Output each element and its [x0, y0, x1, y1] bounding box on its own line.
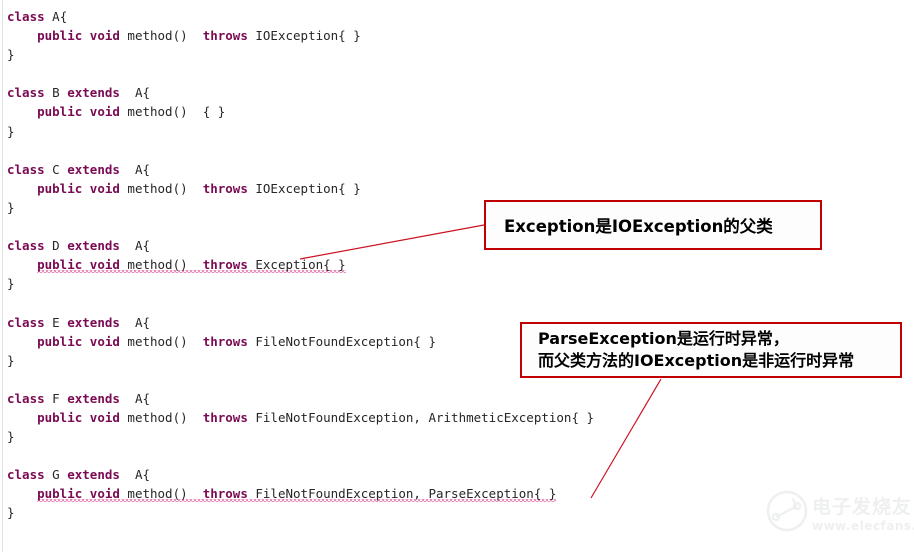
- callout-1-text: Exception是IOException的父类: [504, 217, 773, 236]
- code-screenshot: class A{ public void method() throws IOE…: [0, 0, 914, 552]
- callout-2-line-1: ParseException是运行时异常，: [538, 329, 789, 348]
- leader-line-2: [590, 378, 662, 499]
- callout-2-line-2: 而父类方法的IOException是非运行时异常: [538, 351, 855, 370]
- annotation-callout-runtime-exception[interactable]: ParseException是运行时异常， 而父类方法的IOException是…: [520, 322, 902, 378]
- annotation-callout-exception-parent[interactable]: Exception是IOException的父类: [484, 200, 822, 250]
